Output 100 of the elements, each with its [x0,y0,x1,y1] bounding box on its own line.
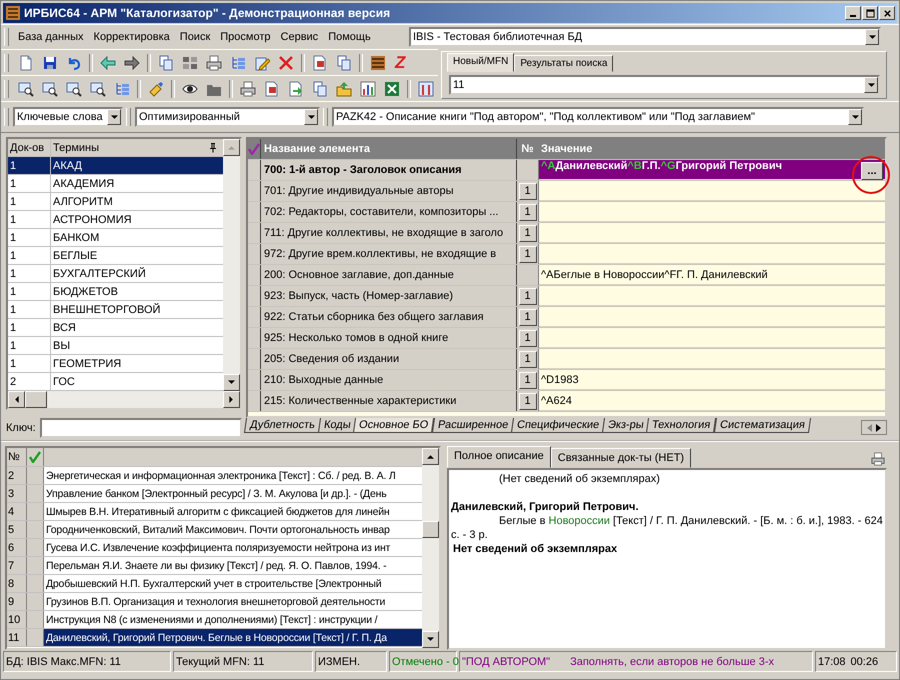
occurrence-button[interactable]: 1 [518,246,536,262]
term-row[interactable]: 1 БЕГЛЫЕ [8,247,223,265]
value-cell[interactable] [539,202,885,222]
scroll-down-button[interactable] [422,631,439,648]
occurrence-button[interactable]: 1 [518,224,536,242]
value-cell[interactable] [539,328,885,348]
tab[interactable]: Дублетность [244,418,321,433]
record-row[interactable]: 9 Грузинов В.П. Организация и технология внешнеторговой деятельности [7,593,422,611]
scroll-left-button[interactable] [8,391,25,408]
term-row[interactable]: 1 ГЕОМЕТРИЯ [8,355,223,373]
column-header[interactable]: Термины [51,139,209,156]
value-cell[interactable]: ^A624 [539,391,885,411]
field-value[interactable]: ^AДанилевский^BГ.П.^GГригорий Петрович [541,160,861,172]
dropdown-button[interactable] [848,109,862,125]
row-header[interactable] [248,181,261,201]
value-cell[interactable] [539,244,885,264]
value-cell[interactable] [539,286,885,306]
worksheet-combo[interactable]: PAZK42 - Описание книги "Под автором", "Под коллективом" или "Под заглавием" [332,107,864,127]
row-header[interactable] [248,244,261,264]
term-row[interactable]: 1 ВЫ [8,337,223,355]
term-row[interactable]: 1 АКАДЕМИЯ [8,175,223,193]
record-row[interactable]: 7 Перельман Я.И. Знаете ли вы физику [Текст] / ред. Я. О. Павлов, 1994. - [7,557,422,575]
term-row[interactable]: 1 АКАД [8,157,223,175]
mfn-combo[interactable]: 11 [449,75,880,95]
occurrence-button[interactable]: 1 [518,204,536,220]
term-row[interactable]: 1 АСТРОНОМИЯ [8,211,223,229]
field-value[interactable]: ^A624 [541,395,885,407]
tab[interactable]: Систематизация [714,418,810,433]
menu-item[interactable]: Поиск [174,31,216,43]
edit-button[interactable]: ... [861,162,883,180]
row-header[interactable] [248,370,261,390]
occurrence-button[interactable]: 1 [518,308,536,326]
value-cell[interactable] [539,307,885,327]
row-header[interactable] [248,265,261,285]
row-header[interactable] [248,391,261,411]
occurrence-button[interactable]: 1 [518,182,536,200]
row-header[interactable] [248,223,261,243]
occurrence-button[interactable]: 1 [518,392,536,410]
value-cell[interactable] [539,223,885,243]
term-row[interactable]: 1 БЮДЖЕТОВ [8,283,223,301]
tab[interactable]: Специфические [510,418,605,433]
column-header[interactable]: Док-ов [8,139,51,156]
dropdown-button[interactable] [107,109,121,125]
value-cell[interactable] [539,181,885,201]
key-field[interactable] [40,418,242,438]
occurrence-button[interactable]: 1 [518,372,536,388]
term-row[interactable]: 1 БАНКОМ [8,229,223,247]
tab[interactable]: Основное БО [353,418,435,433]
record-row[interactable]: 6 Гусева И.С. Извлечение коэффициента поляризуемости нейтрона из инт [7,539,422,557]
tab[interactable]: Технология [646,418,717,433]
record-row[interactable]: 5 Городниченковский, Виталий Максимович. Почти ортогональность инвар [7,521,422,539]
tab[interactable]: Расширенное [431,418,514,433]
tab-scroll-button[interactable] [861,420,887,435]
tab[interactable]: Новый/MFN [447,53,514,72]
record-row[interactable]: 4 Шмырев В.Н. Итеративный алгоритм с фиксацией бюджетов для линейн [7,503,422,521]
value-cell[interactable]: ^D1983 [539,370,885,390]
term-row[interactable]: 1 БУХГАЛТЕРСКИЙ [8,265,223,283]
pin-icon[interactable] [209,142,217,153]
database-combo[interactable]: IBIS - Тестовая библиотечная БД [409,27,881,47]
menu-item[interactable]: Просмотр [215,31,276,43]
row-header[interactable] [248,349,261,369]
field-value[interactable]: ^D1983 [541,374,885,386]
maximize-button[interactable] [862,6,878,20]
value-cell[interactable]: ^AБеглые в Новороссии^FГ. П. Данилевский [539,265,885,285]
occurrence-button[interactable]: 1 [518,350,536,368]
description-link[interactable]: Новороссии [548,515,610,527]
term-row[interactable]: 1 ВСЯ [8,319,223,337]
tab[interactable]: Результаты поиска [514,55,614,72]
row-header[interactable] [248,307,261,327]
print-icon[interactable] [869,450,887,468]
term-row[interactable]: 1 ВНЕШНЕТОРГОВОЙ [8,301,223,319]
scroll-right-button[interactable] [223,391,240,408]
value-cell[interactable]: ^AДанилевский^BГ.П.^GГригорий Петрович ... [539,160,885,180]
record-row[interactable]: 8 Дробышевский Н.П. Бухгалтерский учет в строительстве [Электронный [7,575,422,593]
column-header[interactable]: № [7,448,27,466]
scroll-thumb[interactable] [25,391,47,408]
record-row[interactable]: 3 Управление банком [Электронный ресурс] / З. М. Акулова [и др.]. - (День [7,485,422,503]
scroll-down-button[interactable] [223,374,240,391]
field-value[interactable]: ^AБеглые в Новороссии^FГ. П. Данилевский [541,269,885,281]
vertical-scrollbar[interactable] [422,448,439,648]
menu-item[interactable]: Сервис [276,31,324,43]
value-cell[interactable] [539,349,885,369]
scroll-up-button[interactable] [422,448,439,465]
row-header[interactable] [248,160,261,180]
close-button[interactable] [879,6,895,20]
dropdown-button[interactable] [865,29,879,45]
menu-item[interactable]: Корректировка [88,31,175,43]
menu-item[interactable]: Помощь [323,31,376,43]
minimize-button[interactable] [845,6,861,20]
occurrence-button[interactable]: 1 [518,330,536,346]
dropdown-button[interactable] [304,109,318,125]
row-header[interactable] [248,202,261,222]
horizontal-scrollbar[interactable] [6,391,242,410]
row-header[interactable] [248,328,261,348]
record-row[interactable]: 2 Энергетическая и информационная электроника [Текст] : Сб. / ред. В. А. Л [7,467,422,485]
scroll-up-button[interactable] [223,139,240,156]
search-mode-combo[interactable]: Ключевые слова [13,107,123,127]
dropdown-button[interactable] [864,77,878,93]
occurrence-button[interactable]: 1 [518,288,536,304]
scroll-thumb[interactable] [422,520,439,538]
